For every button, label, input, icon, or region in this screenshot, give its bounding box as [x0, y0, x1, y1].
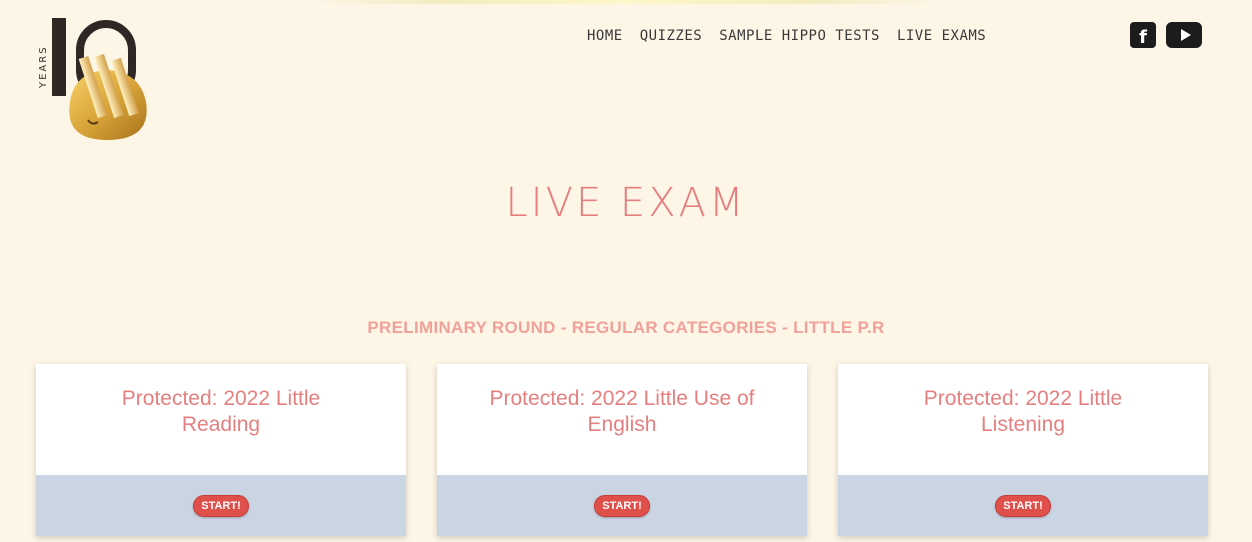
- exam-card-title[interactable]: Protected: 2022 Little Use of English: [487, 386, 757, 438]
- golden-bag-icon: [69, 54, 147, 140]
- card-footer: START!: [437, 475, 807, 536]
- youtube-icon[interactable]: [1166, 22, 1202, 48]
- exam-card-list: Protected: 2022 Little Reading START! Pr…: [36, 364, 1208, 536]
- nav-item-home[interactable]: HOME: [587, 28, 623, 44]
- exam-card-use-of-english: Protected: 2022 Little Use of English ST…: [437, 364, 807, 536]
- card-footer: START!: [838, 475, 1208, 536]
- card-header: Protected: 2022 Little Reading: [36, 364, 406, 475]
- page-title: LIVE EXAM: [505, 180, 747, 226]
- section-title: PRELIMINARY ROUND - REGULAR CATEGORIES -…: [367, 318, 885, 337]
- exam-card-listening: Protected: 2022 Little Listening START!: [838, 364, 1208, 536]
- nav-item-live-exams[interactable]: LIVE EXAMS: [897, 28, 986, 44]
- card-header: Protected: 2022 Little Listening: [838, 364, 1208, 475]
- exam-card-title[interactable]: Protected: 2022 Little Listening: [888, 386, 1158, 438]
- card-footer: START!: [36, 475, 406, 536]
- site-logo[interactable]: YEARS: [34, 18, 164, 146]
- exam-card-title[interactable]: Protected: 2022 Little Reading: [86, 386, 356, 438]
- main-nav: HOME QUIZZES SAMPLE HIPPO TESTS LIVE EXA…: [587, 28, 1003, 44]
- start-button[interactable]: START!: [594, 494, 650, 517]
- facebook-icon[interactable]: f: [1130, 22, 1156, 48]
- card-header: Protected: 2022 Little Use of English: [437, 364, 807, 475]
- start-button[interactable]: START!: [995, 494, 1051, 517]
- nav-item-quizzes[interactable]: QUIZZES: [640, 28, 703, 44]
- nav-item-sample-hippo-tests[interactable]: SAMPLE HIPPO TESTS: [719, 28, 880, 44]
- play-icon: [1180, 29, 1191, 41]
- logo-years-text: YEARS: [38, 45, 49, 88]
- start-button[interactable]: START!: [193, 494, 249, 517]
- facebook-glyph: f: [1139, 27, 1147, 48]
- exam-card-reading: Protected: 2022 Little Reading START!: [36, 364, 406, 536]
- social-links: f: [1130, 22, 1202, 48]
- top-decoration-strip: [0, 0, 1252, 4]
